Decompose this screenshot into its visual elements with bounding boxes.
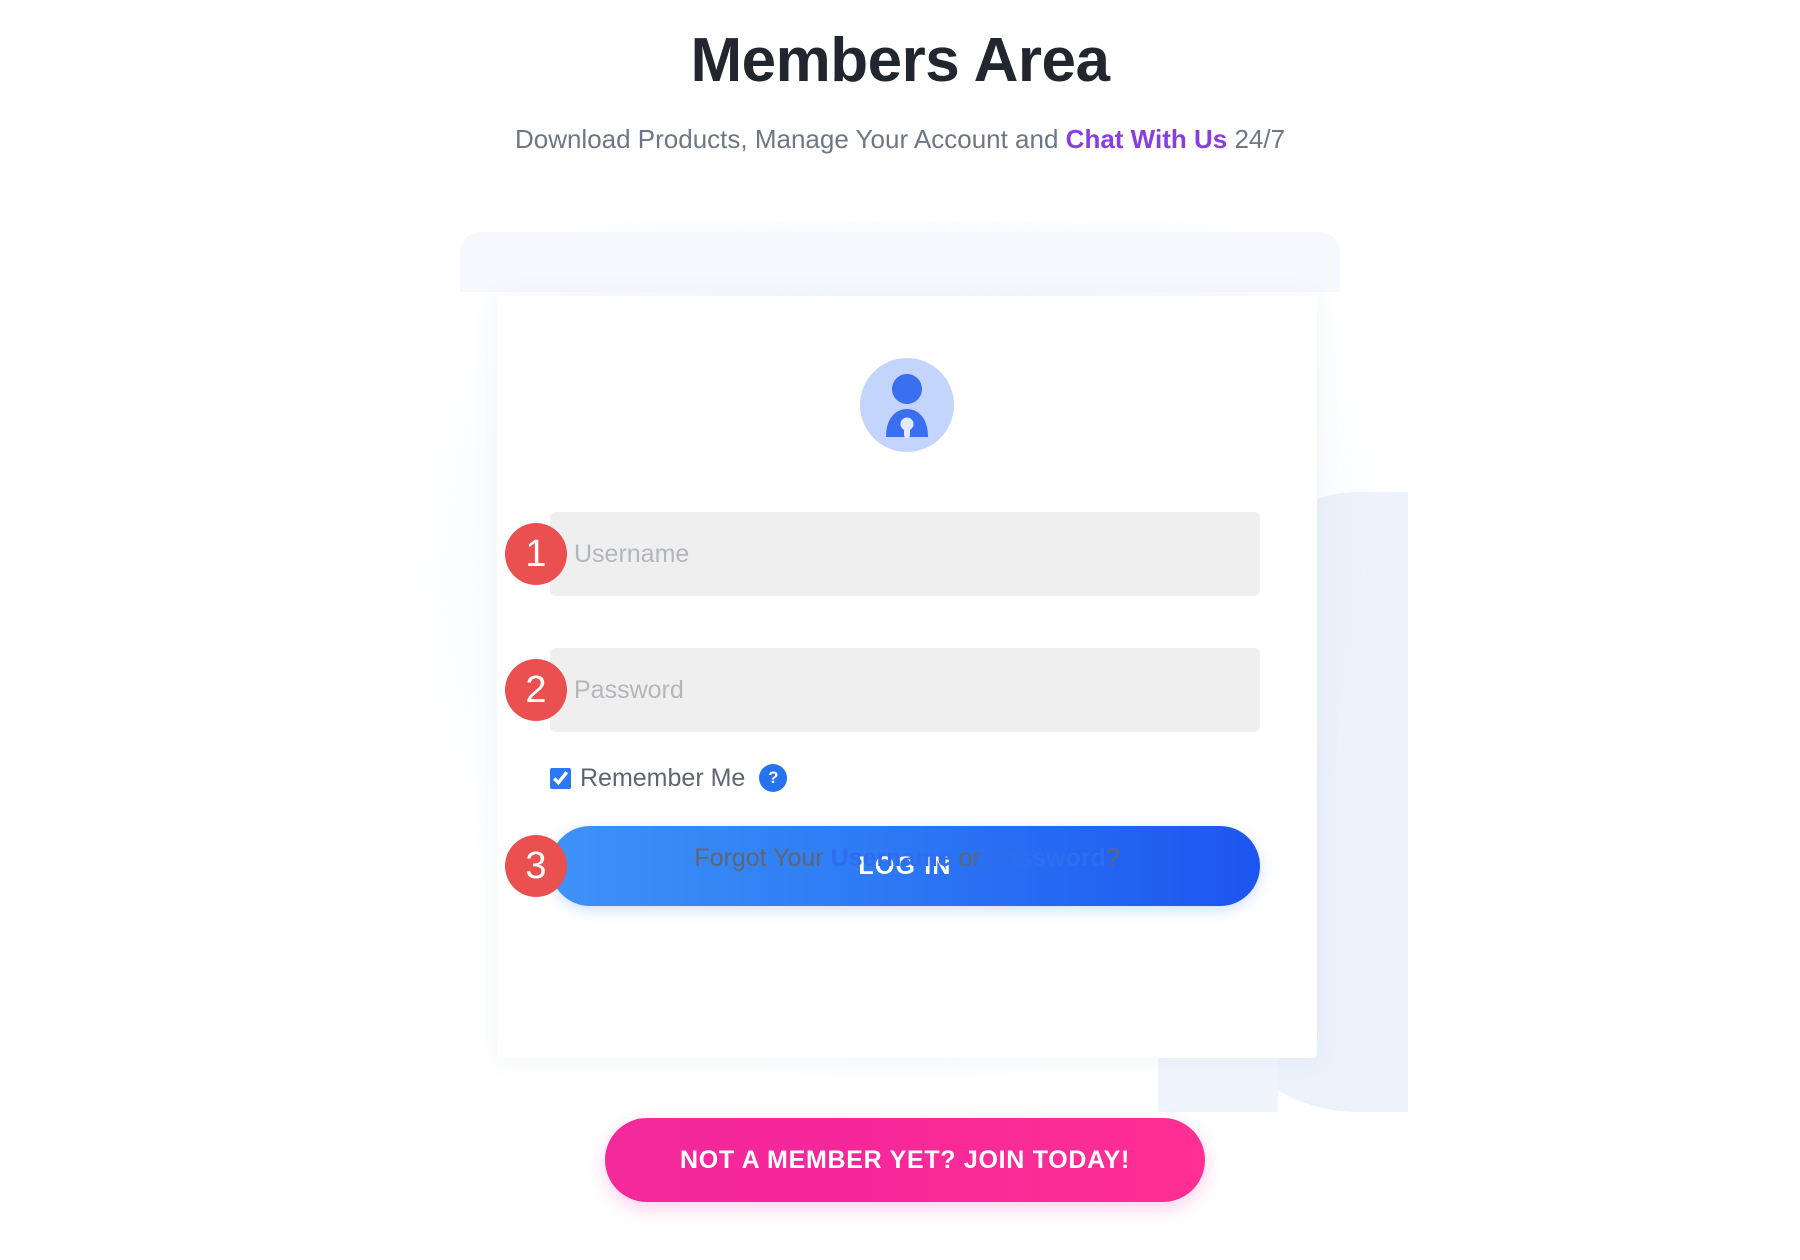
forgot-username-link[interactable]: Username [831,844,952,872]
remember-me-label: Remember Me [580,763,746,792]
remember-me-checkbox[interactable] [550,767,571,789]
card-top-band-decoration [460,232,1340,292]
forgot-password-link[interactable]: Password [988,844,1106,872]
avatar [497,351,1317,459]
forgot-credentials-line: Forgot Your Username or Password? [497,844,1317,873]
password-input[interactable] [550,648,1260,732]
username-input[interactable] [550,512,1260,596]
subtitle-text-after: 24/7 [1227,124,1286,155]
join-today-button[interactable]: NOT A MEMBER YET? JOIN TODAY! [605,1118,1205,1202]
subtitle-text-before: Download Products, Manage Your Account a… [514,124,1066,155]
step-badge-1: 1 [505,523,567,585]
forgot-suffix: ? [1105,844,1120,872]
remember-me-row: Remember Me ? [550,756,1317,800]
username-row: 1 [497,512,1317,596]
forgot-prefix: Forgot Your [694,844,831,872]
user-lock-avatar-icon [860,358,954,452]
step-badge-3: 3 [505,835,567,897]
members-area-page: Members Area Download Products, Manage Y… [0,0,1800,1260]
page-title: Members Area [690,26,1110,95]
chat-with-us-link[interactable]: Chat With Us [1066,124,1228,154]
password-row: 2 [497,648,1317,732]
step-badge-2: 2 [505,659,567,721]
login-card: 1 2 Remember Me ? 3 LOG IN Forgot Your U… [497,296,1317,1058]
help-question-icon[interactable]: ? [759,764,788,792]
page-header: Members Area Download Products, Manage Y… [0,0,1800,157]
page-subtitle: Download Products, Manage Your Account a… [0,95,1800,157]
forgot-separator: or [951,844,988,872]
